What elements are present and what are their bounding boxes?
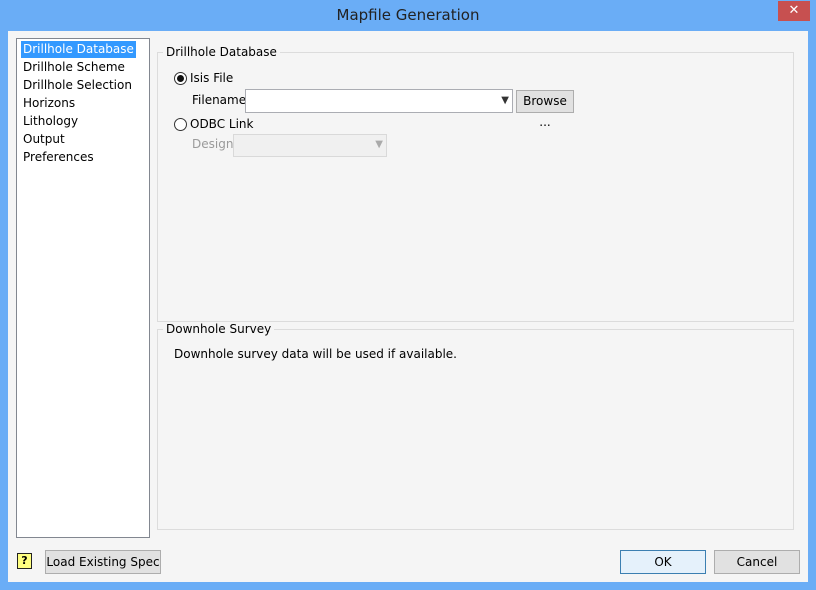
section-list[interactable]: Drillhole Database Drillhole Scheme Dril… (16, 38, 150, 538)
nav-item-drillhole-selection[interactable]: Drillhole Selection (21, 77, 134, 94)
filename-label: Filename (192, 93, 247, 107)
survey-message: Downhole survey data will be used if ava… (174, 347, 457, 361)
odbc-link-label: ODBC Link (190, 117, 254, 131)
nav-item-output[interactable]: Output (21, 131, 67, 148)
load-existing-spec-button[interactable]: Load Existing Spec (45, 550, 161, 574)
ok-button[interactable]: OK (620, 550, 706, 574)
cancel-button[interactable]: Cancel (714, 550, 800, 574)
browse-button[interactable]: Browse ... (516, 90, 574, 129)
close-button[interactable]: ✕ (778, 1, 810, 21)
drillhole-database-group-label: Drillhole Database (163, 45, 280, 59)
chevron-down-icon: ▼ (375, 139, 383, 150)
chevron-down-icon: ▼ (501, 95, 509, 106)
dialog-body: Drillhole Database Drillhole Scheme Dril… (8, 31, 808, 582)
design-label: Design (192, 137, 234, 151)
nav-item-lithology[interactable]: Lithology (21, 113, 80, 130)
isis-file-radio[interactable] (174, 72, 187, 85)
nav-item-horizons[interactable]: Horizons (21, 95, 77, 112)
nav-item-drillhole-scheme[interactable]: Drillhole Scheme (21, 59, 127, 76)
close-icon: ✕ (788, 3, 800, 18)
help-icon[interactable]: ? (17, 553, 32, 569)
nav-item-drillhole-database[interactable]: Drillhole Database (21, 41, 136, 58)
isis-file-label: Isis File (190, 71, 234, 85)
filename-combo[interactable]: ▼ (245, 89, 513, 113)
downhole-survey-group-label: Downhole Survey (163, 322, 275, 336)
odbc-link-radio[interactable] (174, 118, 187, 131)
design-combo[interactable]: ▼ (233, 134, 387, 157)
nav-item-preferences[interactable]: Preferences (21, 149, 96, 166)
window-title: Mapfile Generation (336, 6, 480, 24)
